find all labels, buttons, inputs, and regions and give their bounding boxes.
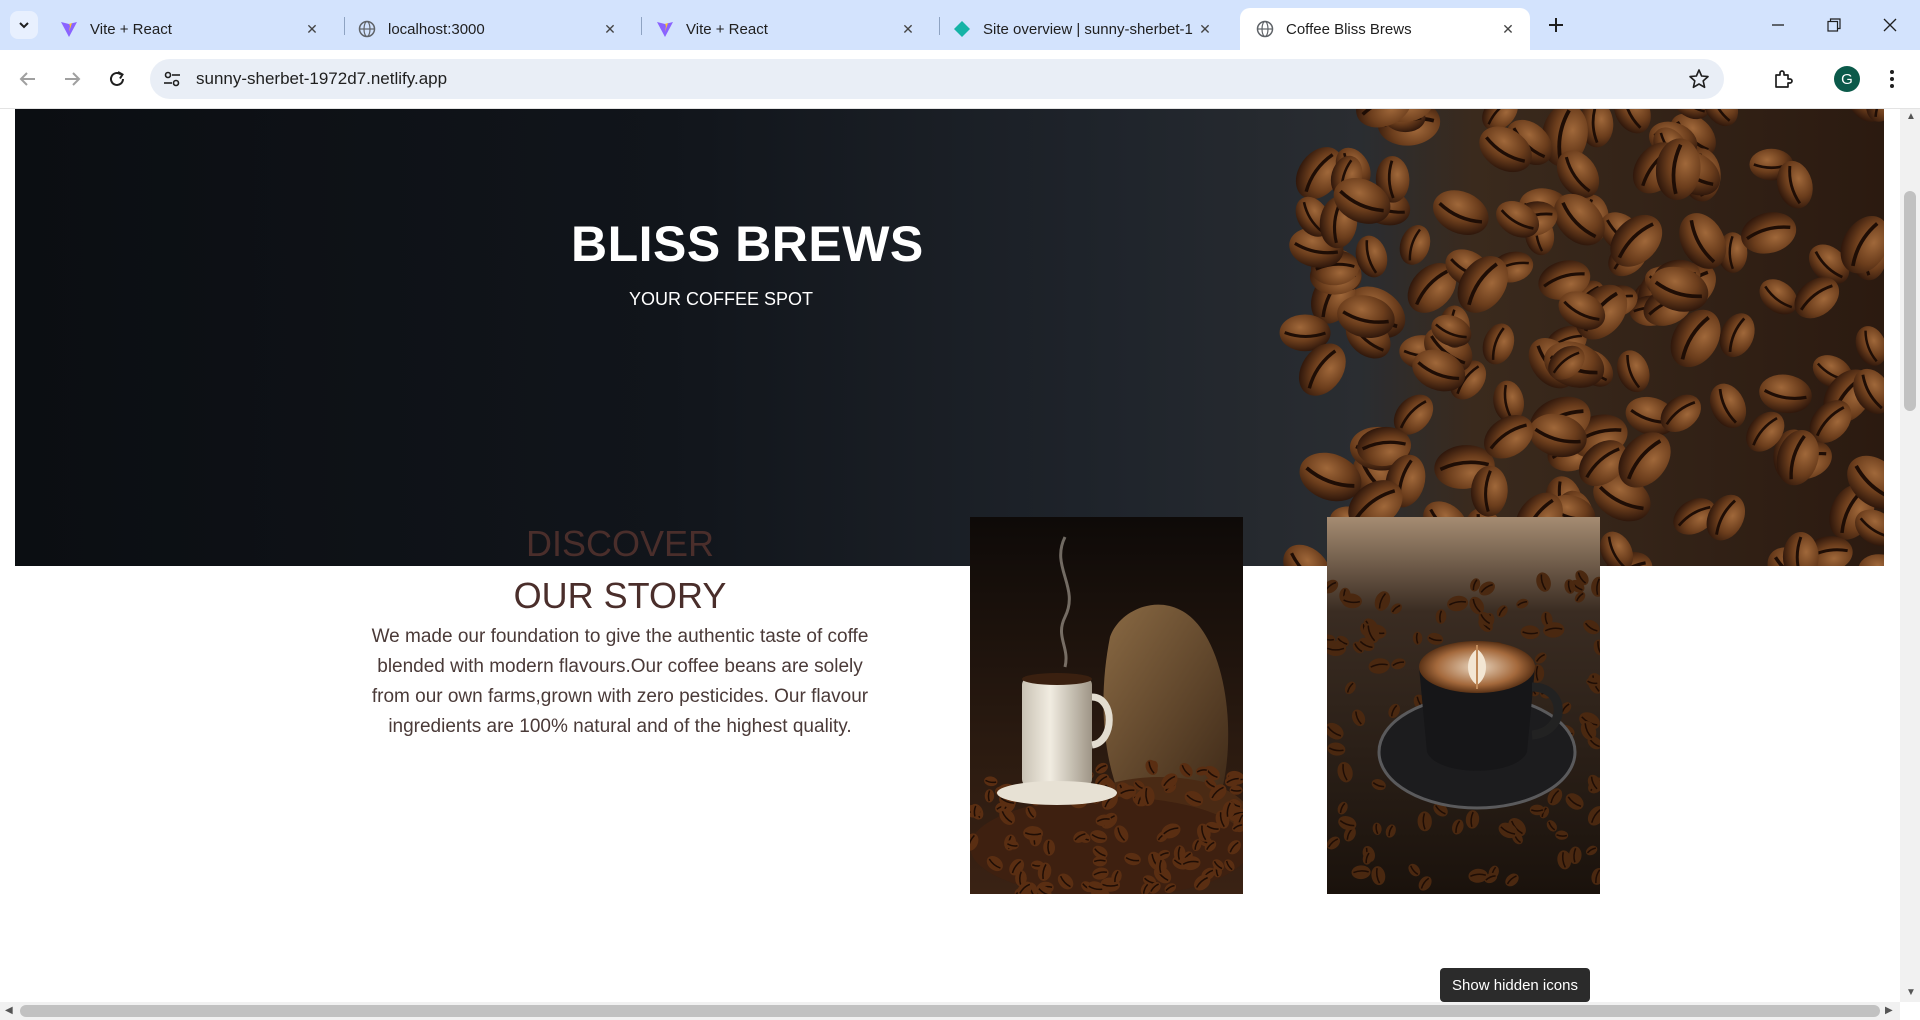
browser-tab-active[interactable]: Coffee Bliss Brews ✕: [1240, 8, 1530, 50]
scroll-right-arrow-icon[interactable]: ▶: [1885, 1005, 1893, 1016]
address-bar[interactable]: sunny-sherbet-1972d7.netlify.app: [150, 59, 1724, 99]
browser-tab[interactable]: Vite + React ✕: [640, 8, 930, 50]
close-tab-icon[interactable]: ✕: [898, 19, 918, 39]
coffee-bean-shape: [1719, 313, 1755, 358]
close-icon: [1883, 18, 1897, 32]
menu-button[interactable]: [1880, 64, 1904, 94]
tab-title: Coffee Bliss Brews: [1286, 20, 1412, 38]
tab-title: Site overview | sunny-sherbet-1: [983, 20, 1193, 38]
netlify-icon: [953, 20, 971, 38]
vite-icon: [656, 20, 674, 38]
tab-title: Vite + React: [686, 20, 768, 38]
browser-tab[interactable]: Vite + React ✕: [44, 8, 334, 50]
coffee-bean-shape: [1617, 350, 1650, 393]
page-viewport: BLISS BREWS YOUR COFFEE SPOT DISCOVER OU…: [0, 109, 1900, 1002]
forward-button[interactable]: [56, 63, 88, 95]
reload-icon: [110, 71, 124, 86]
close-tab-icon[interactable]: ✕: [600, 19, 620, 39]
latte-art-cup-image: [1327, 517, 1600, 894]
coffee-bean-shape: [1759, 374, 1812, 414]
coffee-cup-with-bag-image: [970, 517, 1243, 894]
extensions-button[interactable]: [1768, 64, 1798, 94]
coffee-bean-shape: [1709, 383, 1747, 428]
new-tab-button[interactable]: [1543, 12, 1569, 38]
back-button[interactable]: [12, 63, 44, 95]
coffee-bean-shape: [1858, 554, 1884, 566]
browser-tab[interactable]: localhost:3000 ✕: [342, 8, 632, 50]
close-tab-icon[interactable]: ✕: [302, 19, 322, 39]
minimize-button[interactable]: [1750, 0, 1806, 50]
plus-icon: [1549, 18, 1563, 32]
tab-search-button[interactable]: [10, 11, 38, 39]
scroll-up-arrow-icon[interactable]: ▲: [1906, 111, 1916, 122]
globe-icon: [1256, 20, 1274, 38]
restore-button[interactable]: [1806, 0, 1862, 50]
vertical-scrollbar[interactable]: ▲ ▼: [1900, 109, 1920, 1002]
coffee-beans-image: [1279, 109, 1884, 566]
puzzle-icon: [1775, 70, 1793, 88]
browser-toolbar: sunny-sherbet-1972d7.netlify.app G: [0, 50, 1920, 109]
vertical-scroll-thumb[interactable]: [1904, 191, 1916, 411]
show-hidden-icons-tooltip: Show hidden icons: [1440, 968, 1590, 1002]
story-heading-line1: DISCOVER: [525, 523, 715, 564]
kebab-menu-icon: [1890, 70, 1894, 88]
scroll-left-arrow-icon[interactable]: ◀: [5, 1005, 13, 1016]
chevron-down-icon: [19, 22, 29, 29]
restore-icon: [1827, 18, 1841, 32]
scroll-down-arrow-icon[interactable]: ▼: [1906, 987, 1916, 998]
vite-icon: [60, 20, 78, 38]
close-tab-icon[interactable]: ✕: [1498, 19, 1518, 39]
horizontal-scroll-thumb[interactable]: [20, 1005, 1880, 1017]
coffee-bean-shape: [1399, 225, 1431, 265]
tab-title: Vite + React: [90, 20, 172, 38]
minimize-icon: [1772, 24, 1784, 26]
profile-avatar[interactable]: G: [1834, 66, 1860, 92]
hero-title: BLISS BREWS: [571, 216, 924, 272]
coffee-bean-shape: [1482, 323, 1515, 365]
reload-button[interactable]: [101, 63, 133, 95]
tab-title: localhost:3000: [388, 20, 485, 38]
story-heading-line2: OUR STORY: [513, 575, 727, 616]
hero-subtitle: YOUR COFFEE SPOT: [629, 289, 814, 309]
coffee-bean-shape: [1433, 190, 1489, 235]
story-paragraph: We made our foundation to give the authe…: [371, 626, 869, 737]
tab-strip: Vite + React ✕ localhost:3000 ✕ Vite + R…: [0, 0, 1920, 50]
bookmark-star-icon[interactable]: [1688, 68, 1710, 90]
close-window-button[interactable]: [1862, 0, 1918, 50]
globe-icon: [358, 20, 376, 38]
arrow-right-icon: [65, 72, 81, 86]
horizontal-scrollbar[interactable]: ◀ ▶: [0, 1002, 1900, 1020]
site-settings-icon[interactable]: [162, 69, 182, 89]
close-tab-icon[interactable]: ✕: [1195, 19, 1215, 39]
url-text[interactable]: sunny-sherbet-1972d7.netlify.app: [196, 69, 447, 89]
browser-tab[interactable]: Site overview | sunny-sherbet-1 ✕: [937, 8, 1227, 50]
arrow-left-icon: [19, 72, 35, 86]
hero-banner: BLISS BREWS YOUR COFFEE SPOT: [15, 109, 1884, 566]
